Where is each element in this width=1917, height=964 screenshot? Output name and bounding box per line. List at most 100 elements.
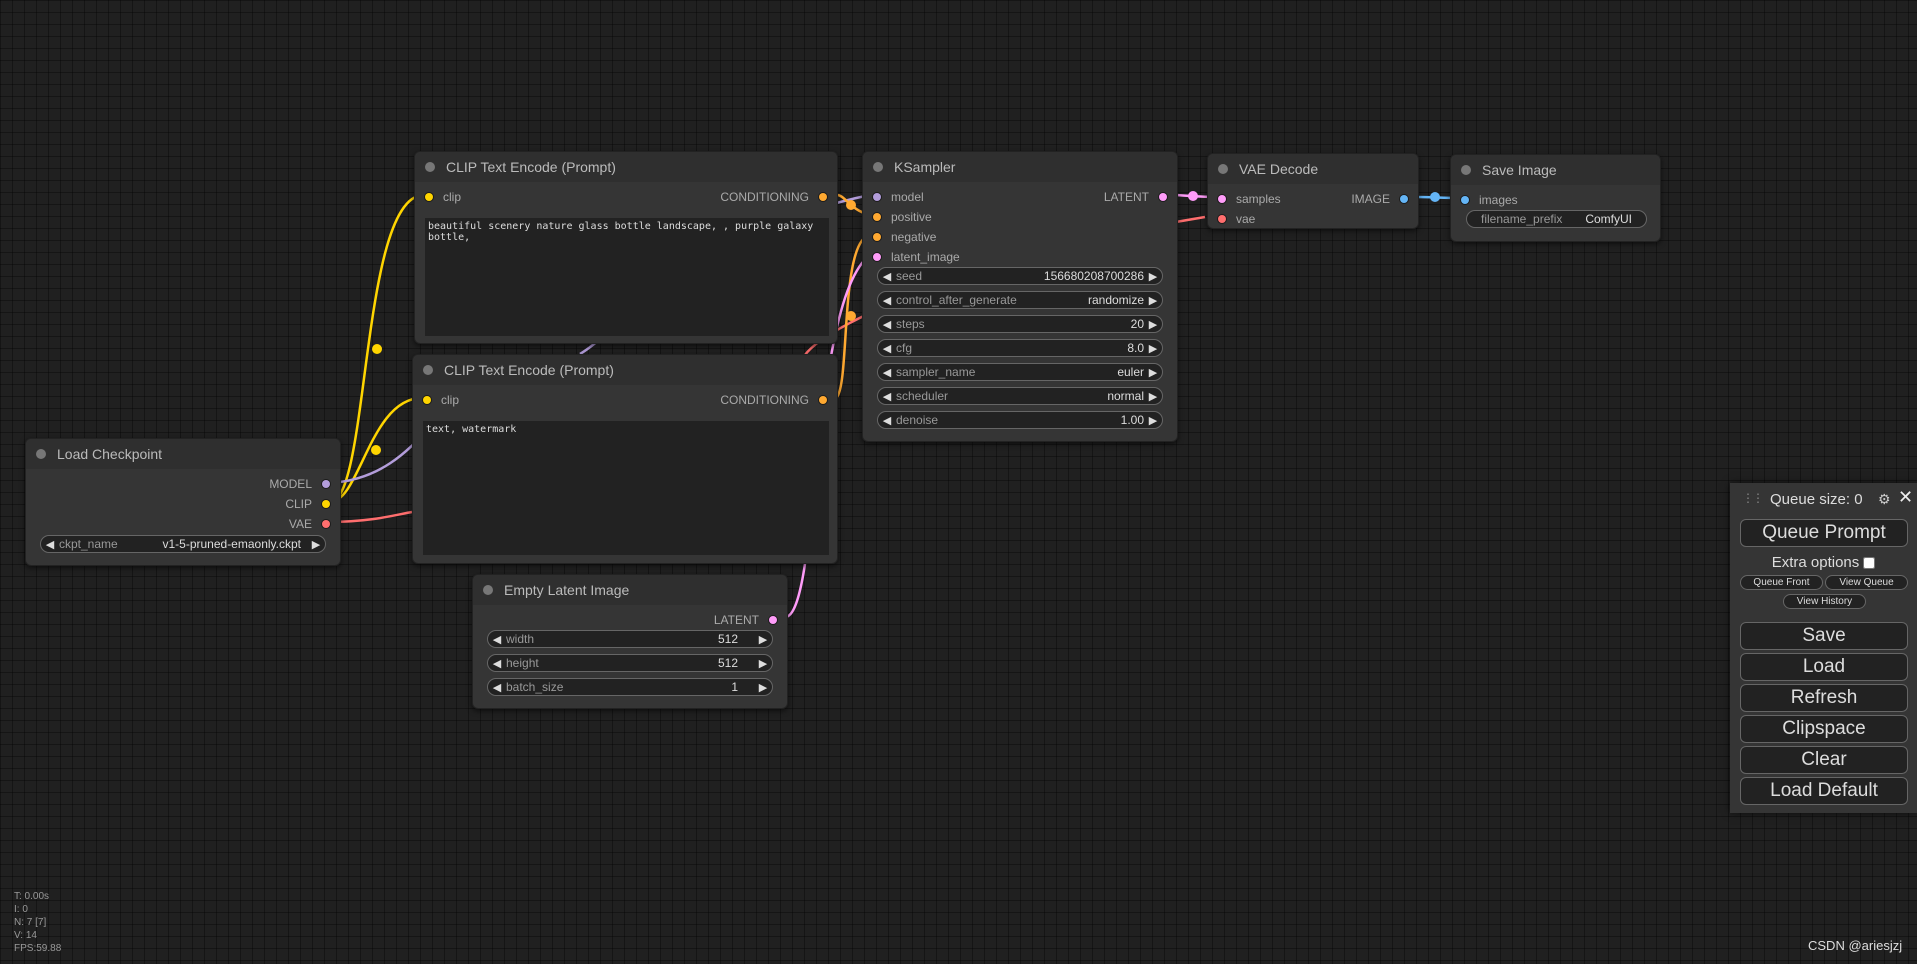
- slot-dot-icon[interactable]: [425, 193, 433, 201]
- input-slot-clip[interactable]: clip: [425, 190, 461, 204]
- widget-value[interactable]: 512: [718, 656, 738, 670]
- widget-value[interactable]: euler: [1117, 365, 1144, 379]
- increment-arrow-icon[interactable]: ▶: [1144, 342, 1162, 355]
- widget-value[interactable]: 8.0: [1127, 341, 1144, 355]
- widget-value[interactable]: v1-5-pruned-emaonly.ckpt: [162, 537, 301, 551]
- increment-arrow-icon[interactable]: ▶: [307, 538, 325, 551]
- input-slot-negative[interactable]: negative: [873, 230, 936, 244]
- control-after-generate-widget[interactable]: ◀ control_after_generate randomize ▶: [877, 291, 1163, 309]
- widget-value[interactable]: ComfyUI: [1585, 212, 1646, 226]
- load-default-button[interactable]: Load Default: [1740, 777, 1908, 805]
- widget-value[interactable]: randomize: [1088, 293, 1144, 307]
- slot-dot-icon[interactable]: [322, 520, 330, 528]
- input-slot-model[interactable]: model: [873, 190, 924, 204]
- queue-front-button[interactable]: Queue Front: [1740, 575, 1823, 590]
- collapse-dot-icon[interactable]: [873, 162, 883, 172]
- decrement-arrow-icon[interactable]: ◀: [878, 294, 896, 307]
- decrement-arrow-icon[interactable]: ◀: [878, 390, 896, 403]
- increment-arrow-icon[interactable]: ▶: [754, 657, 772, 670]
- collapse-dot-icon[interactable]: [1461, 165, 1471, 175]
- node-title-bar[interactable]: Empty Latent Image: [473, 575, 787, 605]
- collapse-dot-icon[interactable]: [483, 585, 493, 595]
- slot-dot-icon[interactable]: [873, 193, 881, 201]
- output-slot-latent[interactable]: LATENT: [1104, 190, 1167, 204]
- widget-value[interactable]: 512: [718, 632, 738, 646]
- increment-arrow-icon[interactable]: ▶: [1144, 270, 1162, 283]
- decrement-arrow-icon[interactable]: ◀: [878, 318, 896, 331]
- slot-dot-icon[interactable]: [322, 480, 330, 488]
- output-slot-conditioning[interactable]: CONDITIONING: [720, 393, 827, 407]
- extra-options-checkbox[interactable]: [1863, 557, 1876, 570]
- link-clip-positive[interactable]: [329, 193, 425, 504]
- slot-dot-icon[interactable]: [423, 396, 431, 404]
- node-title-bar[interactable]: VAE Decode: [1208, 154, 1418, 184]
- input-slot-samples[interactable]: samples: [1218, 192, 1281, 206]
- node-title-bar[interactable]: KSampler: [863, 152, 1177, 182]
- batch-size-widget[interactable]: ◀ batch_size 1 ▶: [487, 678, 773, 696]
- slot-dot-icon[interactable]: [873, 233, 881, 241]
- height-widget[interactable]: ◀ height 512 ▶: [487, 654, 773, 672]
- node-title-bar[interactable]: Load Checkpoint: [26, 439, 340, 469]
- ksampler-node[interactable]: KSampler model LATENT positive negative …: [862, 151, 1178, 442]
- decrement-arrow-icon[interactable]: ◀: [878, 366, 896, 379]
- save-image-node[interactable]: Save Image images filename_prefix ComfyU…: [1450, 154, 1661, 242]
- increment-arrow-icon[interactable]: ▶: [754, 633, 772, 646]
- output-slot-latent[interactable]: LATENT: [714, 613, 777, 627]
- steps-widget[interactable]: ◀ steps 20 ▶: [877, 315, 1163, 333]
- collapse-dot-icon[interactable]: [425, 162, 435, 172]
- empty-latent-image-node[interactable]: Empty Latent Image LATENT ◀ width 512 ▶ …: [472, 574, 788, 709]
- input-slot-positive[interactable]: positive: [873, 210, 932, 224]
- decrement-arrow-icon[interactable]: ◀: [41, 538, 59, 551]
- decrement-arrow-icon[interactable]: ◀: [878, 270, 896, 283]
- slot-dot-icon[interactable]: [873, 213, 881, 221]
- widget-value[interactable]: 156680208700286: [1044, 269, 1144, 283]
- slot-dot-icon[interactable]: [769, 616, 777, 624]
- collapse-dot-icon[interactable]: [1218, 164, 1228, 174]
- prompt-textarea-positive[interactable]: beautiful scenery nature glass bottle la…: [425, 218, 829, 336]
- node-title-bar[interactable]: Save Image: [1451, 155, 1660, 185]
- link-center-positive[interactable]: [846, 200, 856, 210]
- node-title-bar[interactable]: CLIP Text Encode (Prompt): [413, 355, 837, 385]
- clip-text-encode-negative-node[interactable]: CLIP Text Encode (Prompt) clip CONDITION…: [412, 354, 838, 564]
- increment-arrow-icon[interactable]: ▶: [1144, 366, 1162, 379]
- link-center-negative[interactable]: [846, 311, 856, 321]
- collapse-dot-icon[interactable]: [36, 449, 46, 459]
- slot-dot-icon[interactable]: [819, 193, 827, 201]
- width-widget[interactable]: ◀ width 512 ▶: [487, 630, 773, 648]
- view-history-button[interactable]: View History: [1783, 594, 1866, 609]
- load-button[interactable]: Load: [1740, 653, 1908, 681]
- slot-dot-icon[interactable]: [873, 253, 881, 261]
- queue-prompt-button[interactable]: Queue Prompt: [1740, 519, 1908, 547]
- gear-icon[interactable]: ⚙: [1878, 491, 1891, 508]
- widget-value[interactable]: 20: [1131, 317, 1144, 331]
- link-clip-negative[interactable]: [329, 396, 423, 504]
- clipspace-button[interactable]: Clipspace: [1740, 715, 1908, 743]
- increment-arrow-icon[interactable]: ▶: [754, 681, 772, 694]
- output-slot-clip[interactable]: CLIP: [285, 497, 330, 511]
- scheduler-widget[interactable]: ◀ scheduler normal ▶: [877, 387, 1163, 405]
- collapse-dot-icon[interactable]: [423, 365, 433, 375]
- link-center-image[interactable]: [1430, 192, 1440, 202]
- widget-value[interactable]: normal: [1107, 389, 1144, 403]
- widget-value[interactable]: 1: [731, 680, 738, 694]
- ckpt-name-widget[interactable]: ◀ ckpt_name v1-5-pruned-emaonly.ckpt ▶: [40, 535, 326, 553]
- save-button[interactable]: Save: [1740, 622, 1908, 650]
- decrement-arrow-icon[interactable]: ◀: [488, 657, 506, 670]
- input-slot-clip[interactable]: clip: [423, 393, 459, 407]
- filename-prefix-widget[interactable]: filename_prefix ComfyUI: [1466, 210, 1647, 228]
- seed-widget[interactable]: ◀ seed 156680208700286 ▶: [877, 267, 1163, 285]
- output-slot-vae[interactable]: VAE: [289, 517, 330, 531]
- node-title-bar[interactable]: CLIP Text Encode (Prompt): [415, 152, 837, 182]
- input-slot-latent-image[interactable]: latent_image: [873, 250, 960, 264]
- slot-dot-icon[interactable]: [1400, 195, 1408, 203]
- prompt-textarea-negative[interactable]: text, watermark: [423, 421, 829, 555]
- increment-arrow-icon[interactable]: ▶: [1144, 390, 1162, 403]
- decrement-arrow-icon[interactable]: ◀: [878, 342, 896, 355]
- refresh-button[interactable]: Refresh: [1740, 684, 1908, 712]
- output-slot-model[interactable]: MODEL: [269, 477, 330, 491]
- input-slot-images[interactable]: images: [1461, 193, 1518, 207]
- slot-dot-icon[interactable]: [819, 396, 827, 404]
- vae-decode-node[interactable]: VAE Decode samples IMAGE vae: [1207, 153, 1419, 229]
- clip-text-encode-positive-node[interactable]: CLIP Text Encode (Prompt) clip CONDITION…: [414, 151, 838, 344]
- clear-button[interactable]: Clear: [1740, 746, 1908, 774]
